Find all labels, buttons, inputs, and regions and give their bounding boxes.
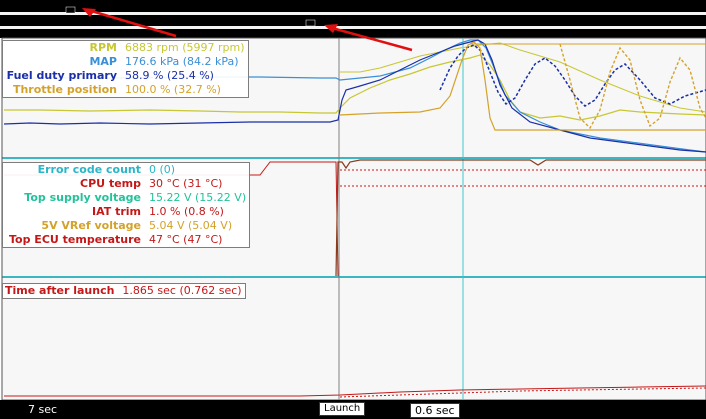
legend-value: 1.865 sec (0.762 sec) bbox=[122, 284, 242, 297]
legend-label: MAP bbox=[89, 55, 117, 68]
legend-value: 47 °C (47 °C) bbox=[149, 233, 223, 246]
legend-label: Error code count bbox=[37, 163, 141, 176]
legend-label: IAT trim bbox=[91, 205, 141, 218]
launch-marker-label[interactable]: Launch bbox=[319, 402, 366, 416]
legend-value: 30 °C (31 °C) bbox=[149, 177, 223, 190]
legend-value: 100.0 % (32.7 %) bbox=[125, 83, 221, 96]
legend-row-iat-trim: IAT trim 1.0 % (0.8 %) bbox=[5, 205, 246, 219]
legend-label: CPU temp bbox=[80, 177, 141, 190]
legend-value: 5.04 V (5.04 V) bbox=[149, 219, 233, 232]
legend-row-supply-voltage: Top supply voltage 15.22 V (15.22 V) bbox=[5, 191, 246, 205]
legend-row-vref: 5V VRef voltage 5.04 V (5.04 V) bbox=[5, 219, 246, 233]
legend-row-time-after-launch: Time after launch 1.865 sec (0.762 sec) bbox=[5, 284, 242, 298]
legend-ecu: Error code count 0 (0) CPU temp 30 °C (3… bbox=[2, 162, 251, 248]
legend-value: 0 (0) bbox=[149, 163, 176, 176]
timeline-marker-left bbox=[65, 6, 76, 14]
legend-row-error-code: Error code count 0 (0) bbox=[5, 163, 246, 177]
legend-label: Top ECU temperature bbox=[9, 233, 141, 246]
legend-row-fuel-duty: Fuel duty primary 58.9 % (25.4 %) bbox=[5, 69, 245, 83]
legend-row-map: MAP 176.6 kPa (84.2 kPa) bbox=[5, 55, 245, 69]
legend-row-throttle: Throttle position 100.0 % (32.7 %) bbox=[5, 83, 245, 97]
annotation-arrow bbox=[331, 26, 413, 52]
legend-label: Throttle position bbox=[12, 83, 117, 96]
cursor-time-label[interactable]: 0.6 sec bbox=[410, 403, 460, 418]
legend-value: 6883 rpm (5997 rpm) bbox=[125, 41, 245, 54]
legend-row-rpm: RPM 6883 rpm (5997 rpm) bbox=[5, 41, 245, 55]
legend-label: Fuel duty primary bbox=[6, 69, 117, 82]
legend-launch: Time after launch 1.865 sec (0.762 sec) bbox=[2, 283, 246, 299]
legend-value: 58.9 % (25.4 %) bbox=[125, 69, 214, 82]
legend-value: 1.0 % (0.8 %) bbox=[149, 205, 224, 218]
timeline-marker-launch bbox=[305, 19, 316, 27]
legend-label: 5V VRef voltage bbox=[41, 219, 141, 232]
legend-value: 15.22 V (15.22 V) bbox=[149, 191, 247, 204]
legend-row-cpu-temp: CPU temp 30 °C (31 °C) bbox=[5, 177, 246, 191]
legend-label: Top supply voltage bbox=[24, 191, 141, 204]
legend-value: 176.6 kPa (84.2 kPa) bbox=[125, 55, 239, 68]
legend-row-ecu-temp: Top ECU temperature 47 °C (47 °C) bbox=[5, 233, 246, 247]
annotation-arrow bbox=[87, 8, 177, 38]
log-viewer: RPM 6883 rpm (5997 rpm) MAP 176.6 kPa (8… bbox=[0, 0, 706, 419]
axis-start-label: 7 sec bbox=[28, 403, 58, 416]
legend-label: RPM bbox=[89, 41, 117, 54]
legend-engine: RPM 6883 rpm (5997 rpm) MAP 176.6 kPa (8… bbox=[2, 40, 249, 98]
legend-label: Time after launch bbox=[5, 284, 115, 297]
